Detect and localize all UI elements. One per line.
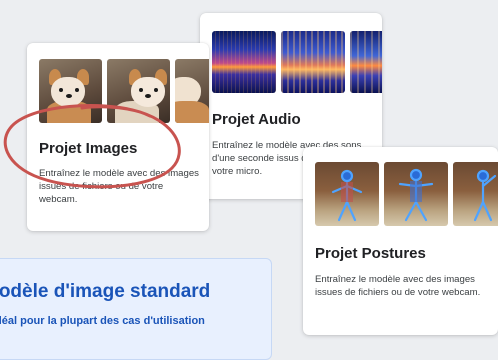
spectrogram-image [281,31,345,93]
spectrogram-image [212,31,276,93]
pose-project-title: Projet Postures [315,245,426,262]
pose-project-description: Entraînez le modèle avec des images issu… [315,274,481,298]
dog-photo-image [175,59,209,123]
standard-model-subtitle: Idéal pour la plupart des cas d'utilisat… [0,315,205,327]
image-project-description: Entraînez le modèle avec des images issu… [39,168,199,205]
dog-photo-image [107,59,170,123]
pose-thumbnails [315,162,498,226]
image-thumbnails [39,59,209,123]
pose-project-card[interactable]: Projet Postures Entraînez le modèle avec… [303,147,498,335]
pose-photo-image [453,162,498,226]
audio-project-title: Projet Audio [212,111,301,128]
dog-photo-image [39,59,102,123]
standard-image-model-option[interactable]: Modèle d'image standard Idéal pour la pl… [0,258,272,360]
image-project-title: Projet Images [39,140,138,157]
pose-photo-image [315,162,379,226]
audio-thumbnails [212,31,382,93]
spectrogram-image [350,31,382,93]
standard-model-title: Modèle d'image standard [0,281,211,302]
pose-photo-image [384,162,448,226]
image-project-card[interactable]: Projet Images Entraînez le modèle avec d… [27,43,209,231]
